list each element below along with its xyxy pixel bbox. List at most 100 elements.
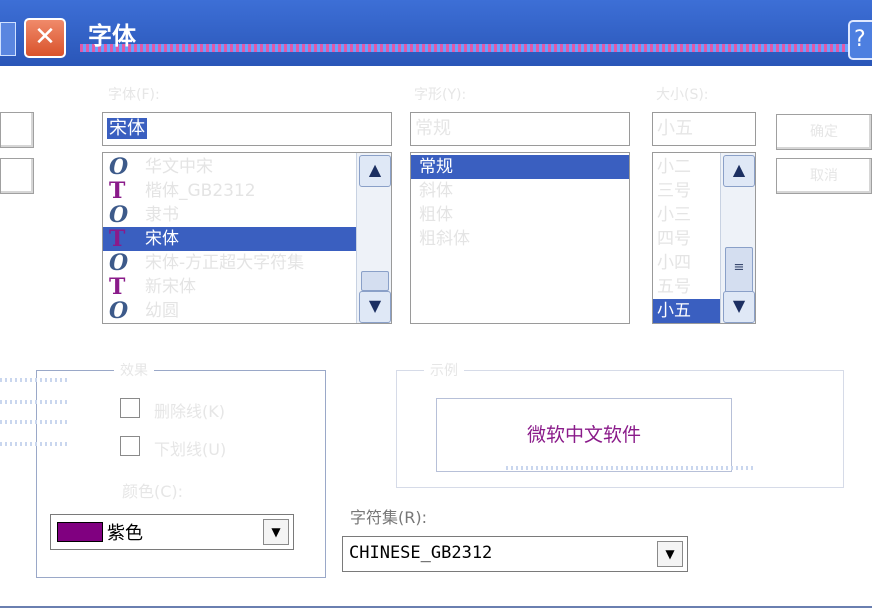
size-list-item[interactable]: 小四 [653, 251, 721, 275]
style-list[interactable]: 常规 斜体 粗体 粗斜体 [410, 152, 630, 324]
grip-icon: ≡ [733, 260, 745, 275]
size-list-item[interactable]: 三号 [653, 179, 721, 203]
color-dropdown-button[interactable]: ▼ [263, 519, 289, 545]
arrow-down-icon: ▼ [732, 296, 746, 315]
font-list-item-label: 楷体_GB2312 [145, 181, 256, 201]
style-label: 字形(Y): [414, 87, 467, 103]
close-button[interactable]: ✕ [24, 18, 66, 58]
script-dropdown-button[interactable]: ▼ [657, 541, 683, 567]
font-list[interactable]: O 华文中宋 T 楷体_GB2312 O 隶书 T 宋体 O 宋体-方正超大字符集 T 新宋体 O 幼圆 … [102, 152, 392, 324]
font-name-value: 宋体 [107, 118, 147, 139]
truetype-font-icon: T [109, 178, 126, 204]
style-list-item-label: 斜体 [419, 181, 453, 201]
font-name-input[interactable]: 宋体 [102, 112, 392, 146]
underline-checkbox[interactable] [120, 436, 140, 456]
style-list-item-label: 粗斜体 [419, 229, 470, 249]
style-list-item[interactable]: 粗斜体 [411, 227, 629, 251]
color-swatch [57, 522, 103, 542]
script-label: 字符集(R): [350, 508, 427, 527]
arrow-down-icon: ▼ [368, 296, 382, 315]
dither-band-3 [0, 420, 70, 424]
dropdown-arrow-icon: ▼ [665, 547, 675, 561]
font-size-input[interactable]: 小五 [652, 112, 756, 146]
font-list-item-label: 宋体 [145, 229, 179, 249]
size-list-item-label: 小三 [657, 205, 691, 225]
style-list-item[interactable]: 斜体 [411, 179, 629, 203]
font-list-item-label: 隶书 [145, 205, 179, 225]
size-list-scrollbar[interactable]: ▲ ≡ ▼ [720, 153, 755, 323]
font-list-item[interactable]: O 华文中宋 [103, 155, 357, 179]
font-list-item[interactable]: T 楷体_GB2312 [103, 179, 357, 203]
size-list[interactable]: 小二三号小三四号小四五号小五 ▲ ≡ ▼ [652, 152, 756, 324]
size-list-item[interactable]: 四号 [653, 227, 721, 251]
font-list-item[interactable]: T 宋体 [103, 227, 357, 251]
font-size-value: 小五 [657, 118, 693, 139]
size-list-item-label: 五号 [657, 277, 691, 297]
style-list-item[interactable]: 粗体 [411, 203, 629, 227]
system-menu-edge[interactable] [0, 22, 16, 56]
font-list-item[interactable]: O 幼圆 [103, 299, 357, 323]
font-list-item[interactable]: T 新宋体 [103, 275, 357, 299]
left-edge-button-2[interactable] [0, 158, 34, 194]
font-label: 字体(F): [108, 87, 160, 103]
font-scroll-thumb[interactable] [361, 271, 389, 291]
truetype-font-icon: T [109, 226, 126, 252]
font-list-scrollbar[interactable]: ▲ ▼ [356, 153, 391, 323]
color-value: 紫色 [107, 523, 143, 544]
opentype-font-icon: O [109, 298, 129, 324]
opentype-font-icon: O [109, 202, 129, 228]
color-combobox[interactable]: 紫色 ▼ [50, 514, 294, 550]
ok-button[interactable]: 确定 [776, 114, 872, 150]
font-scroll-up-button[interactable]: ▲ [359, 155, 391, 187]
dither-band-1 [0, 378, 70, 382]
font-list-item-label: 新宋体 [145, 277, 196, 297]
size-scroll-down-button[interactable]: ▼ [723, 291, 755, 323]
size-scroll-up-button[interactable]: ▲ [723, 155, 755, 187]
opentype-font-icon: O [109, 250, 129, 276]
title-bar-stripe [80, 44, 858, 52]
window-title: 字体 [88, 22, 136, 50]
color-label: 颜色(C): [122, 482, 184, 501]
sample-label: 示例 [424, 360, 464, 380]
size-list-item-label: 小五 [657, 301, 691, 321]
strikeout-label: 删除线(K) [154, 402, 225, 421]
arrow-up-icon: ▲ [368, 160, 382, 179]
font-list-item[interactable]: O 宋体-方正超大字符集 [103, 251, 357, 275]
size-list-item-label: 小四 [657, 253, 691, 273]
font-scroll-down-button[interactable]: ▼ [359, 291, 391, 323]
font-list-item-label: 华文中宋 [145, 157, 213, 177]
underline-label: 下划线(U) [154, 440, 227, 459]
size-scroll-thumb[interactable]: ≡ [725, 247, 753, 293]
truetype-font-icon: T [109, 274, 126, 300]
style-list-item-label: 常规 [419, 157, 453, 177]
effects-label: 效果 [114, 360, 154, 380]
help-button[interactable]: ? [848, 20, 872, 60]
size-list-item[interactable]: 小五 [653, 299, 721, 323]
size-label: 大小(S): [656, 87, 709, 103]
dither-band-4 [0, 442, 70, 446]
size-list-item-label: 三号 [657, 181, 691, 201]
size-list-item-label: 四号 [657, 229, 691, 249]
sample-preview: 微软中文软件 [436, 398, 732, 472]
font-style-value: 常规 [415, 118, 451, 139]
opentype-font-icon: O [109, 154, 129, 180]
font-list-item-label: 幼圆 [145, 301, 179, 321]
cancel-button[interactable]: 取消 [776, 158, 872, 194]
size-list-item-label: 小二 [657, 157, 691, 177]
dither-band-2 [0, 400, 70, 404]
help-icon: ? [854, 27, 866, 52]
arrow-up-icon: ▲ [732, 160, 746, 179]
font-list-item[interactable]: O 隶书 [103, 203, 357, 227]
size-list-item[interactable]: 五号 [653, 275, 721, 299]
font-style-input[interactable]: 常规 [410, 112, 630, 146]
style-list-item-label: 粗体 [419, 205, 453, 225]
left-edge-button-1[interactable] [0, 112, 34, 148]
style-list-item[interactable]: 常规 [411, 155, 629, 179]
size-list-item[interactable]: 小二 [653, 155, 721, 179]
close-icon: ✕ [34, 22, 56, 52]
strikeout-checkbox[interactable] [120, 398, 140, 418]
size-list-item[interactable]: 小三 [653, 203, 721, 227]
script-value: CHINESE_GB2312 [349, 543, 493, 563]
script-combobox[interactable]: CHINESE_GB2312 ▼ [342, 536, 688, 572]
dropdown-arrow-icon: ▼ [271, 525, 281, 539]
